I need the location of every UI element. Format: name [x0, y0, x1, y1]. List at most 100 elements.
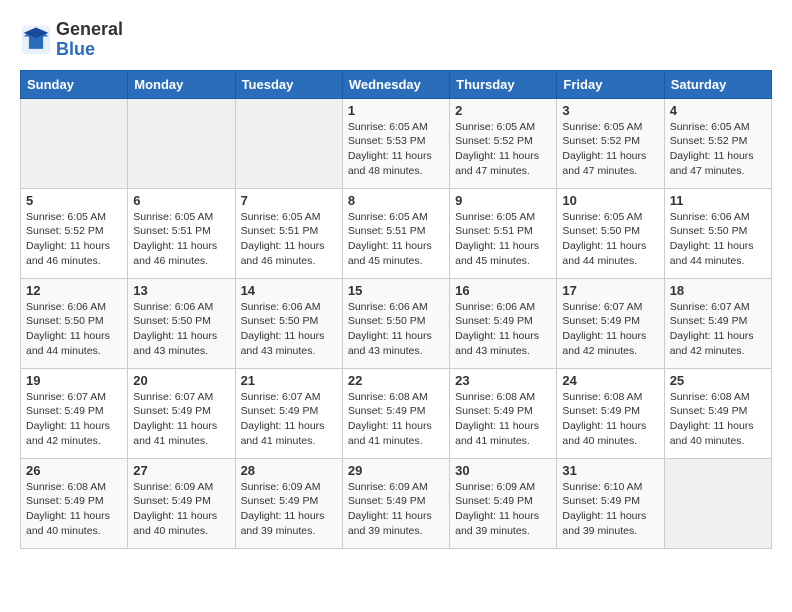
week-row-4: 19 Sunrise: 6:07 AM Sunset: 5:49 PM Dayli… [21, 368, 772, 458]
day-number: 12 [26, 283, 122, 298]
calendar-cell: 27Sunrise: 6:09 AM Sunset: 5:49 PM Dayli… [128, 458, 235, 548]
calendar-cell: 2 Sunrise: 6:05 AM Sunset: 5:52 PM Daylig… [450, 98, 557, 188]
calendar-cell [235, 98, 342, 188]
day-info: Sunrise: 6:05 AM Sunset: 5:53 PM Dayligh… [348, 120, 444, 179]
day-number: 16 [455, 283, 551, 298]
day-header-friday: Friday [557, 70, 664, 98]
calendar-cell [664, 458, 771, 548]
day-header-wednesday: Wednesday [342, 70, 449, 98]
logo-icon [20, 24, 52, 56]
day-info: Sunrise: 6:08 AM Sunset: 5:49 PM Dayligh… [670, 390, 766, 449]
calendar-body: 1 Sunrise: 6:05 AM Sunset: 5:53 PM Daylig… [21, 98, 772, 548]
day-info: Sunrise: 6:07 AM Sunset: 5:49 PM Dayligh… [133, 390, 229, 449]
day-number: 3 [562, 103, 658, 118]
calendar-cell: 15 Sunrise: 6:06 AM Sunset: 5:50 PM Dayli… [342, 278, 449, 368]
day-number: 10 [562, 193, 658, 208]
day-info: Sunrise: 6:06 AM Sunset: 5:50 PM Dayligh… [26, 300, 122, 359]
day-number: 1 [348, 103, 444, 118]
day-number: 29 [348, 463, 444, 478]
day-number: 26 [26, 463, 122, 478]
day-number: 14 [241, 283, 337, 298]
day-info: Sunrise: 6:05 AM Sunset: 5:50 PM Dayligh… [562, 210, 658, 269]
week-row-3: 12 Sunrise: 6:06 AM Sunset: 5:50 PM Dayli… [21, 278, 772, 368]
day-info: Sunrise: 6:06 AM Sunset: 5:50 PM Dayligh… [670, 210, 766, 269]
calendar-cell: 19 Sunrise: 6:07 AM Sunset: 5:49 PM Dayli… [21, 368, 128, 458]
day-info: Sunrise: 6:08 AM Sunset: 5:49 PM Dayligh… [562, 390, 658, 449]
week-row-1: 1 Sunrise: 6:05 AM Sunset: 5:53 PM Daylig… [21, 98, 772, 188]
day-info: Sunrise: 6:06 AM Sunset: 5:50 PM Dayligh… [348, 300, 444, 359]
day-number: 2 [455, 103, 551, 118]
calendar-cell: 24 Sunrise: 6:08 AM Sunset: 5:49 PM Dayli… [557, 368, 664, 458]
day-header-tuesday: Tuesday [235, 70, 342, 98]
calendar-cell: 29Sunrise: 6:09 AM Sunset: 5:49 PM Dayli… [342, 458, 449, 548]
day-number: 5 [26, 193, 122, 208]
day-info: Sunrise: 6:05 AM Sunset: 5:52 PM Dayligh… [670, 120, 766, 179]
calendar-cell: 1 Sunrise: 6:05 AM Sunset: 5:53 PM Daylig… [342, 98, 449, 188]
day-info: Sunrise: 6:06 AM Sunset: 5:49 PM Dayligh… [455, 300, 551, 359]
day-number: 30 [455, 463, 551, 478]
calendar-cell: 20Sunrise: 6:07 AM Sunset: 5:49 PM Dayli… [128, 368, 235, 458]
day-header-saturday: Saturday [664, 70, 771, 98]
calendar-cell: 28 Sunrise: 6:09 AM Sunset: 5:49 PM Dayli… [235, 458, 342, 548]
day-info: Sunrise: 6:05 AM Sunset: 5:52 PM Dayligh… [455, 120, 551, 179]
day-info: Sunrise: 6:09 AM Sunset: 5:49 PM Dayligh… [455, 480, 551, 539]
calendar-cell: 23 Sunrise: 6:08 AM Sunset: 5:49 PM Dayli… [450, 368, 557, 458]
calendar-cell: 9Sunrise: 6:05 AM Sunset: 5:51 PM Daylig… [450, 188, 557, 278]
calendar-cell: 8 Sunrise: 6:05 AM Sunset: 5:51 PM Daylig… [342, 188, 449, 278]
day-header-thursday: Thursday [450, 70, 557, 98]
day-info: Sunrise: 6:05 AM Sunset: 5:51 PM Dayligh… [241, 210, 337, 269]
day-number: 24 [562, 373, 658, 388]
calendar-cell: 21Sunrise: 6:07 AM Sunset: 5:49 PM Dayli… [235, 368, 342, 458]
calendar-cell [128, 98, 235, 188]
day-number: 8 [348, 193, 444, 208]
day-number: 7 [241, 193, 337, 208]
day-info: Sunrise: 6:07 AM Sunset: 5:49 PM Dayligh… [562, 300, 658, 359]
day-info: Sunrise: 6:08 AM Sunset: 5:49 PM Dayligh… [455, 390, 551, 449]
calendar-cell: 13 Sunrise: 6:06 AM Sunset: 5:50 PM Dayli… [128, 278, 235, 368]
day-number: 25 [670, 373, 766, 388]
day-number: 9 [455, 193, 551, 208]
day-number: 31 [562, 463, 658, 478]
calendar-cell: 5 Sunrise: 6:05 AM Sunset: 5:52 PM Daylig… [21, 188, 128, 278]
day-number: 27 [133, 463, 229, 478]
week-row-5: 26 Sunrise: 6:08 AM Sunset: 5:49 PM Dayli… [21, 458, 772, 548]
day-info: Sunrise: 6:05 AM Sunset: 5:52 PM Dayligh… [26, 210, 122, 269]
calendar-cell: 6 Sunrise: 6:05 AM Sunset: 5:51 PM Daylig… [128, 188, 235, 278]
calendar-cell: 17 Sunrise: 6:07 AM Sunset: 5:49 PM Dayli… [557, 278, 664, 368]
calendar-cell: 18 Sunrise: 6:07 AM Sunset: 5:49 PM Dayli… [664, 278, 771, 368]
day-number: 15 [348, 283, 444, 298]
day-info: Sunrise: 6:05 AM Sunset: 5:51 PM Dayligh… [133, 210, 229, 269]
calendar-cell: 7 Sunrise: 6:05 AM Sunset: 5:51 PM Daylig… [235, 188, 342, 278]
logo-blue: Blue [56, 40, 123, 60]
day-info: Sunrise: 6:07 AM Sunset: 5:49 PM Dayligh… [26, 390, 122, 449]
day-number: 28 [241, 463, 337, 478]
day-number: 13 [133, 283, 229, 298]
week-row-2: 5 Sunrise: 6:05 AM Sunset: 5:52 PM Daylig… [21, 188, 772, 278]
calendar-cell: 14 Sunrise: 6:06 AM Sunset: 5:50 PM Dayli… [235, 278, 342, 368]
day-info: Sunrise: 6:05 AM Sunset: 5:51 PM Dayligh… [348, 210, 444, 269]
calendar-cell: 31Sunrise: 6:10 AM Sunset: 5:49 PM Dayli… [557, 458, 664, 548]
day-number: 23 [455, 373, 551, 388]
header-row: SundayMondayTuesdayWednesdayThursdayFrid… [21, 70, 772, 98]
day-number: 17 [562, 283, 658, 298]
logo-text: General Blue [56, 20, 123, 60]
day-info: Sunrise: 6:08 AM Sunset: 5:49 PM Dayligh… [26, 480, 122, 539]
calendar-header: SundayMondayTuesdayWednesdayThursdayFrid… [21, 70, 772, 98]
day-info: Sunrise: 6:09 AM Sunset: 5:49 PM Dayligh… [241, 480, 337, 539]
day-number: 6 [133, 193, 229, 208]
day-number: 18 [670, 283, 766, 298]
day-info: Sunrise: 6:07 AM Sunset: 5:49 PM Dayligh… [670, 300, 766, 359]
day-number: 19 [26, 373, 122, 388]
day-info: Sunrise: 6:06 AM Sunset: 5:50 PM Dayligh… [133, 300, 229, 359]
calendar-cell: 26 Sunrise: 6:08 AM Sunset: 5:49 PM Dayli… [21, 458, 128, 548]
day-info: Sunrise: 6:05 AM Sunset: 5:52 PM Dayligh… [562, 120, 658, 179]
logo-general: General [56, 20, 123, 40]
day-header-sunday: Sunday [21, 70, 128, 98]
day-number: 4 [670, 103, 766, 118]
day-number: 21 [241, 373, 337, 388]
day-info: Sunrise: 6:06 AM Sunset: 5:50 PM Dayligh… [241, 300, 337, 359]
day-number: 22 [348, 373, 444, 388]
calendar-cell: 11Sunrise: 6:06 AM Sunset: 5:50 PM Dayli… [664, 188, 771, 278]
calendar-cell: 3 Sunrise: 6:05 AM Sunset: 5:52 PM Daylig… [557, 98, 664, 188]
page-header: General Blue [20, 20, 772, 60]
